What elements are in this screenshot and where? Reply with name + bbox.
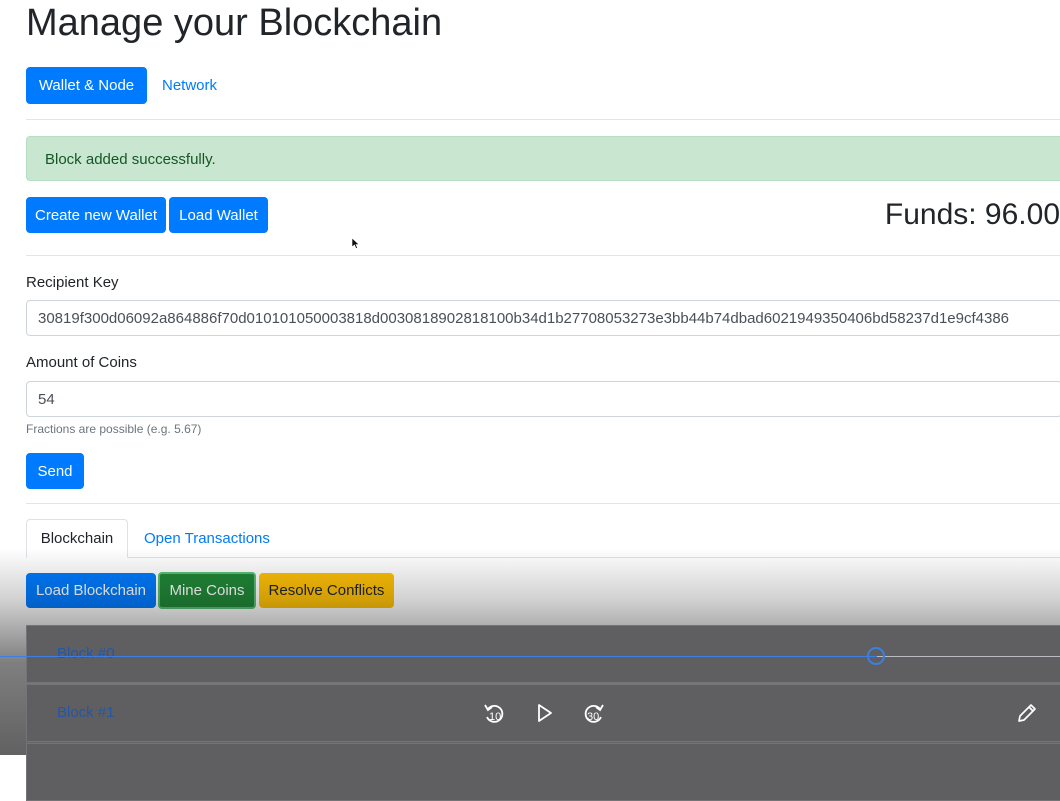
video-progress-played	[0, 656, 877, 657]
mouse-cursor-icon	[352, 238, 360, 249]
create-wallet-button[interactable]: Create new Wallet	[26, 197, 166, 233]
rewind-seconds-label: 10	[489, 711, 502, 723]
tab-open-transactions[interactable]: Open Transactions	[144, 530, 270, 547]
page-title: Manage your Blockchain	[26, 2, 443, 44]
success-alert: Block added successfully.	[26, 136, 1060, 181]
load-blockchain-button[interactable]: Load Blockchain	[26, 573, 156, 608]
recipient-key-label: Recipient Key	[26, 274, 119, 291]
forward-seconds-label: 30	[587, 711, 600, 723]
pencil-icon	[1018, 704, 1036, 722]
recipient-key-input[interactable]	[26, 300, 1060, 336]
funds-display: Funds: 96.00	[884, 198, 1060, 231]
play-icon	[538, 704, 552, 722]
block-link[interactable]: Block #1	[57, 704, 115, 721]
alert-message: Block added successfully.	[45, 151, 216, 168]
tab-blockchain[interactable]: Blockchain	[26, 519, 128, 558]
divider	[26, 119, 1060, 120]
load-wallet-button[interactable]: Load Wallet	[169, 197, 268, 233]
block-row	[26, 743, 1060, 801]
tabs-divider	[26, 557, 1060, 558]
amount-label: Amount of Coins	[26, 354, 137, 371]
forward-30-button[interactable]: 30	[582, 701, 606, 727]
mine-coins-button[interactable]: Mine Coins	[158, 572, 256, 609]
video-progress-track[interactable]	[877, 656, 1060, 657]
amount-helper-text: Fractions are possible (e.g. 5.67)	[26, 422, 202, 436]
rewind-10-button[interactable]: 10	[482, 701, 506, 727]
tab-wallet-node[interactable]: Wallet & Node	[26, 67, 147, 104]
tab-network[interactable]: Network	[162, 77, 217, 94]
block-link[interactable]: Block #0	[57, 645, 115, 662]
amount-input[interactable]	[26, 381, 1060, 417]
send-button[interactable]: Send	[26, 453, 84, 489]
play-button[interactable]	[536, 703, 554, 723]
resolve-conflicts-button[interactable]: Resolve Conflicts	[259, 573, 394, 608]
video-scrubber-handle[interactable]	[867, 647, 885, 665]
divider	[26, 503, 1060, 504]
divider	[26, 255, 1060, 256]
annotate-button[interactable]	[1016, 702, 1038, 724]
block-row: Block #0	[26, 625, 1060, 683]
